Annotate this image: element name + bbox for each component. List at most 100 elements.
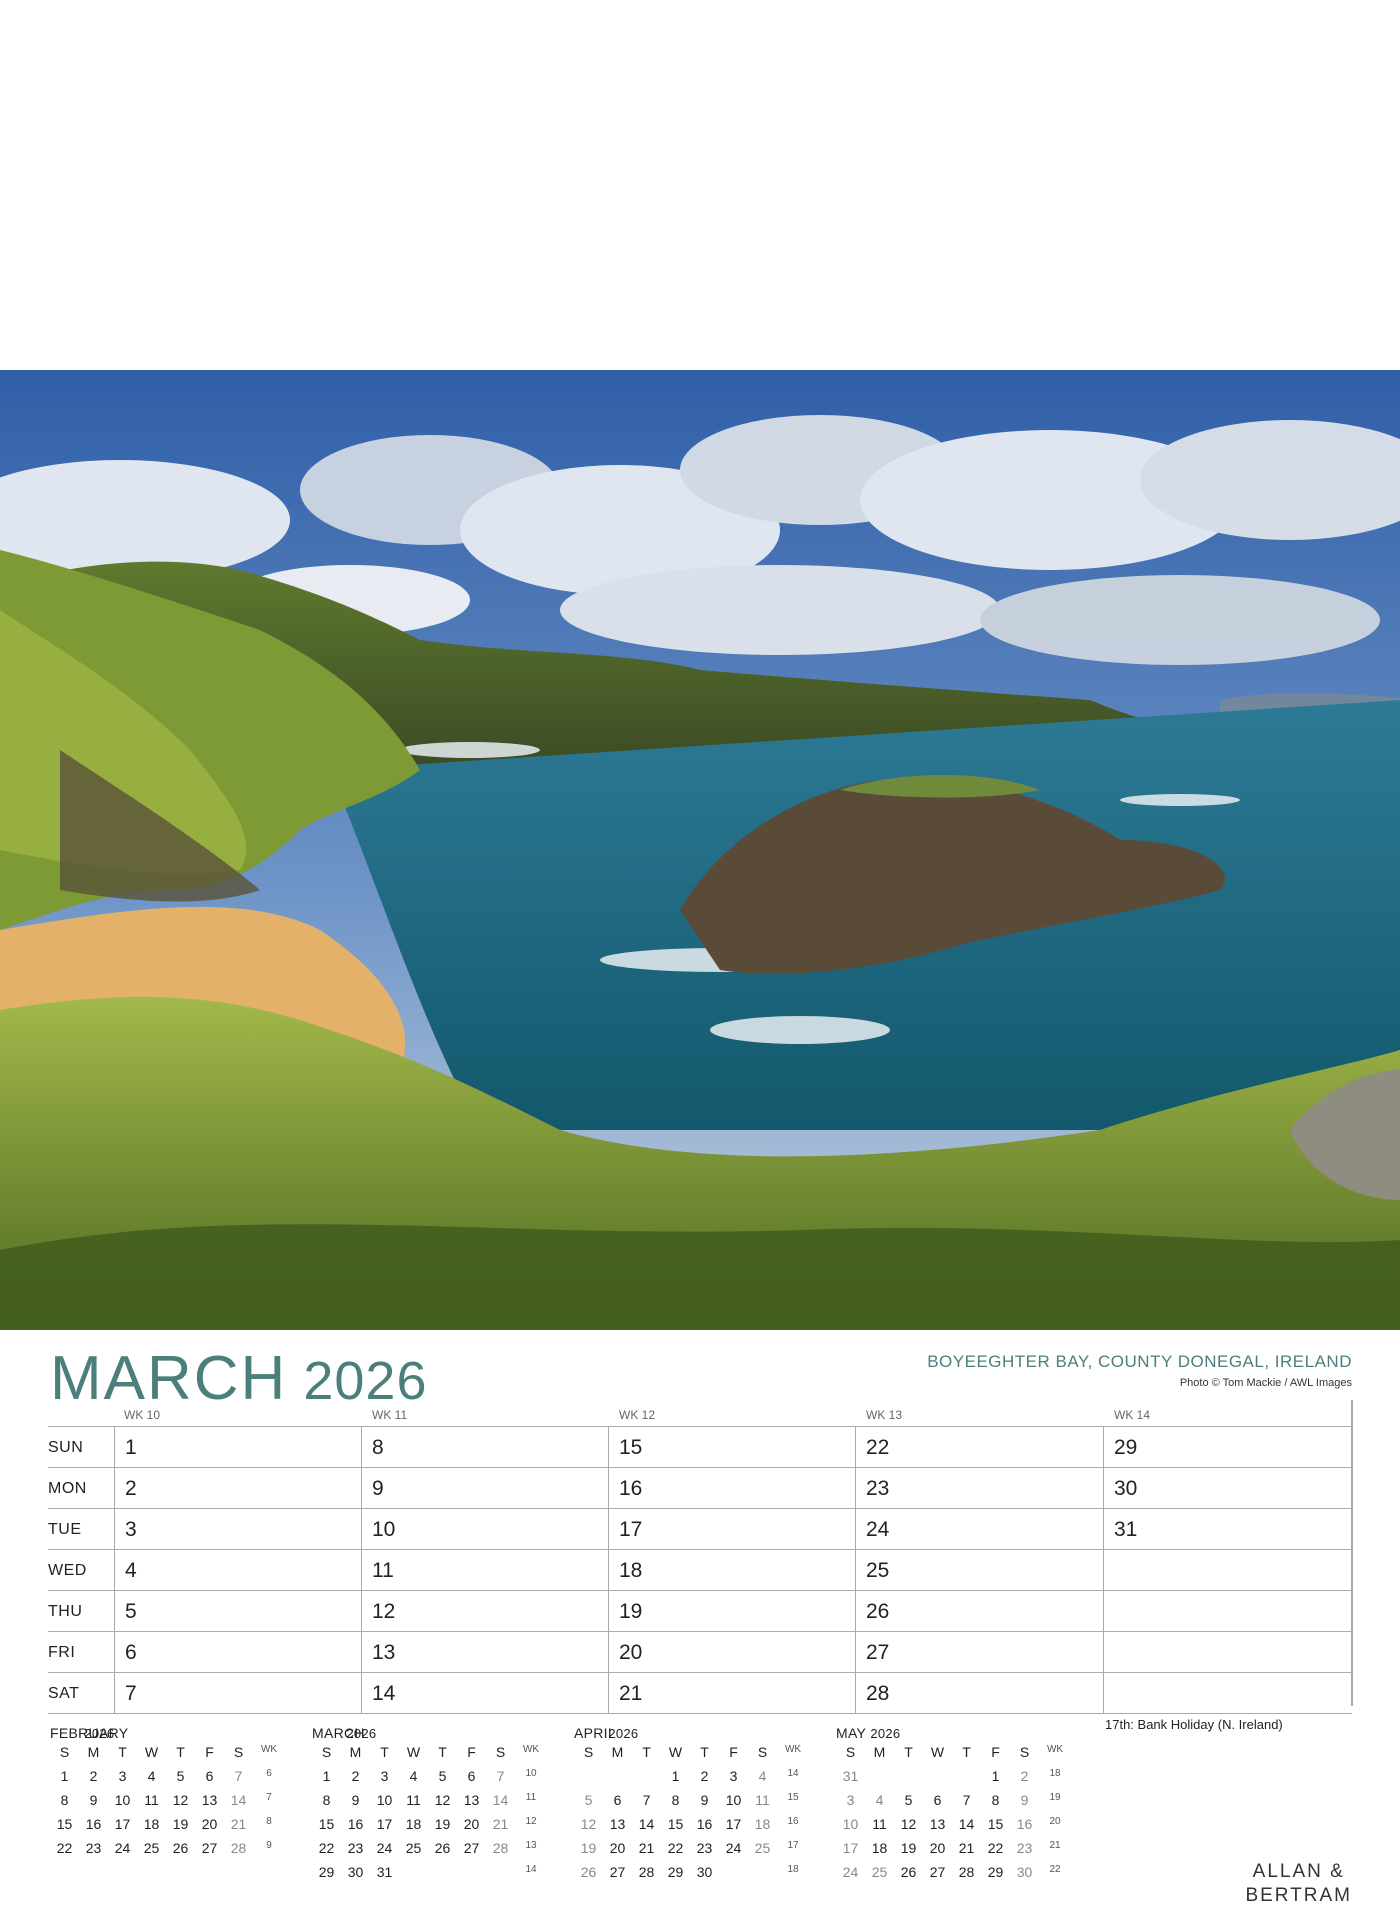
date-number: 22 <box>866 1436 890 1459</box>
day-row-wed: WED 4 11 18 25 <box>48 1549 1352 1590</box>
mini-calendar-header: S M T W T F S WK <box>583 1744 802 1760</box>
day-row-mon: MON 2 9 16 23 30 <box>48 1467 1352 1508</box>
date-cell: 3 <box>114 1509 362 1549</box>
mini-calendar-february: FEBRUARY 2026 S M T W T F S WK 12345676 8 9 10 11 1… <box>50 1722 290 1864</box>
date-number: 9 <box>372 1477 384 1500</box>
date-cell: 9 <box>361 1468 609 1508</box>
date-cell: 13 <box>361 1632 609 1672</box>
date-number: 13 <box>372 1641 396 1664</box>
date-cell: 14 <box>361 1673 609 1713</box>
date-cell: 21 <box>608 1673 856 1713</box>
month-grid: WK 10 WK 11 WK 12 WK 13 WK 14 SUN 1 8 15… <box>48 1400 1353 1714</box>
day-row-tue: TUE 3 10 17 24 31 <box>48 1508 1352 1549</box>
date-number: 23 <box>866 1477 890 1500</box>
date-number: 5 <box>125 1600 137 1623</box>
date-cell: 16 <box>608 1468 856 1508</box>
week-label: WK 11 <box>372 1408 408 1422</box>
photo-location: BOYEEGHTER BAY, COUNTY DONEGAL, IRELAND <box>927 1352 1352 1371</box>
day-name: TUE <box>48 1521 82 1538</box>
date-number: 31 <box>1114 1518 1138 1541</box>
date-number: 12 <box>372 1600 396 1623</box>
date-cell: 29 <box>1103 1427 1352 1467</box>
date-cell: 7 <box>114 1673 362 1713</box>
mini-calendar-title: MAY 2026 <box>836 1725 901 1741</box>
date-cell: 30 <box>1103 1468 1352 1508</box>
date-cell: 10 <box>361 1509 609 1549</box>
mini-calendar-title: APRIL 2026 <box>574 1725 639 1741</box>
date-cell: 24 <box>855 1509 1104 1549</box>
date-cell: 8 <box>361 1427 609 1467</box>
date-cell: 28 <box>855 1673 1104 1713</box>
date-number: 1 <box>125 1436 137 1459</box>
date-cell <box>1103 1673 1352 1713</box>
date-cell: 15 <box>608 1427 856 1467</box>
date-cell: 25 <box>855 1550 1104 1590</box>
date-number: 4 <box>125 1559 137 1582</box>
date-number: 7 <box>125 1682 137 1705</box>
mini-calendar-april: APRIL 2026 S M T W T F S WK 1 2 3 4 14 5 6 7 8 9 10 11 15 … <box>574 1722 814 1888</box>
date-number: 11 <box>372 1559 394 1582</box>
day-row-sat: SAT 7 14 21 28 <box>48 1672 1352 1714</box>
date-number: 26 <box>866 1600 890 1623</box>
mini-calendar-march: MARCH 2026 S M T W T F S WK 1 2 3 4 5 6 7 10 8 9 10 11 12 1… <box>312 1722 552 1888</box>
date-cell: 4 <box>114 1550 362 1590</box>
date-cell: 17 <box>608 1509 856 1549</box>
mini-calendar-header: S M T W T F S WK <box>59 1744 278 1760</box>
date-number: 3 <box>125 1518 137 1541</box>
date-number: 10 <box>372 1518 396 1541</box>
mini-calendar-header: S M T W T F S WK <box>321 1744 540 1760</box>
date-number: 25 <box>866 1559 890 1582</box>
day-name: SUN <box>48 1439 84 1456</box>
date-number: 19 <box>619 1600 643 1623</box>
date-number: 29 <box>1114 1436 1138 1459</box>
date-number: 21 <box>619 1682 643 1705</box>
publisher-logo: ALLAN & BERTRAM <box>1245 1860 1352 1908</box>
day-name: SAT <box>48 1685 80 1702</box>
mini-calendar-header: S M T W T F S WK <box>845 1744 1064 1760</box>
mini-calendar-title: FEBRUARY 2026 <box>50 1725 129 1741</box>
publisher-logo-line: BERTRAM <box>1245 1885 1352 1906</box>
landscape-photo <box>0 370 1400 1330</box>
date-number: 24 <box>866 1518 890 1541</box>
date-cell: 11 <box>361 1550 609 1590</box>
mini-calendar-may: MAY 2026 S M T W T F S WK 31 1 2 18 3 4 5 6 7 8 9 19 10 11… <box>836 1722 1076 1888</box>
date-cell: 1 <box>114 1427 362 1467</box>
week-label: WK 10 <box>124 1408 161 1422</box>
publisher-logo-line: ALLAN & <box>1252 1861 1345 1882</box>
date-cell: 26 <box>855 1591 1104 1631</box>
date-cell <box>1103 1550 1352 1590</box>
date-number: 17 <box>619 1518 643 1541</box>
date-cell: 5 <box>114 1591 362 1631</box>
week-label: WK 14 <box>1114 1408 1151 1422</box>
day-name: THU <box>48 1603 83 1620</box>
date-number: 27 <box>866 1641 890 1664</box>
photo-credit: Photo © Tom Mackie / AWL Images <box>1179 1377 1352 1389</box>
date-cell: 6 <box>114 1632 362 1672</box>
day-row-thu: THU 5 12 19 26 <box>48 1590 1352 1631</box>
date-cell: 27 <box>855 1632 1104 1672</box>
date-cell: 23 <box>855 1468 1104 1508</box>
date-number: 2 <box>125 1477 137 1500</box>
day-name: WED <box>48 1562 87 1579</box>
date-cell: 12 <box>361 1591 609 1631</box>
date-number: 28 <box>866 1682 890 1705</box>
coastal-landscape-image <box>0 370 1400 1330</box>
date-number: 18 <box>619 1559 643 1582</box>
day-name: FRI <box>48 1644 76 1661</box>
date-cell <box>1103 1591 1352 1631</box>
week-numbers-row: WK 10 WK 11 WK 12 WK 13 WK 14 <box>48 1400 1352 1426</box>
date-cell: 19 <box>608 1591 856 1631</box>
day-name: MON <box>48 1480 87 1497</box>
date-cell: 22 <box>855 1427 1104 1467</box>
date-number: 8 <box>372 1436 384 1459</box>
date-number: 20 <box>619 1641 643 1664</box>
date-cell: 31 <box>1103 1509 1352 1549</box>
day-row-sun: SUN 1 8 15 22 29 <box>48 1426 1352 1467</box>
week-label: WK 12 <box>619 1408 656 1422</box>
date-number: 30 <box>1114 1477 1138 1500</box>
date-cell: 18 <box>608 1550 856 1590</box>
date-number: 14 <box>372 1682 396 1705</box>
week-label: WK 13 <box>866 1408 903 1422</box>
date-cell <box>1103 1632 1352 1672</box>
day-row-fri: FRI 6 13 20 27 <box>48 1631 1352 1672</box>
